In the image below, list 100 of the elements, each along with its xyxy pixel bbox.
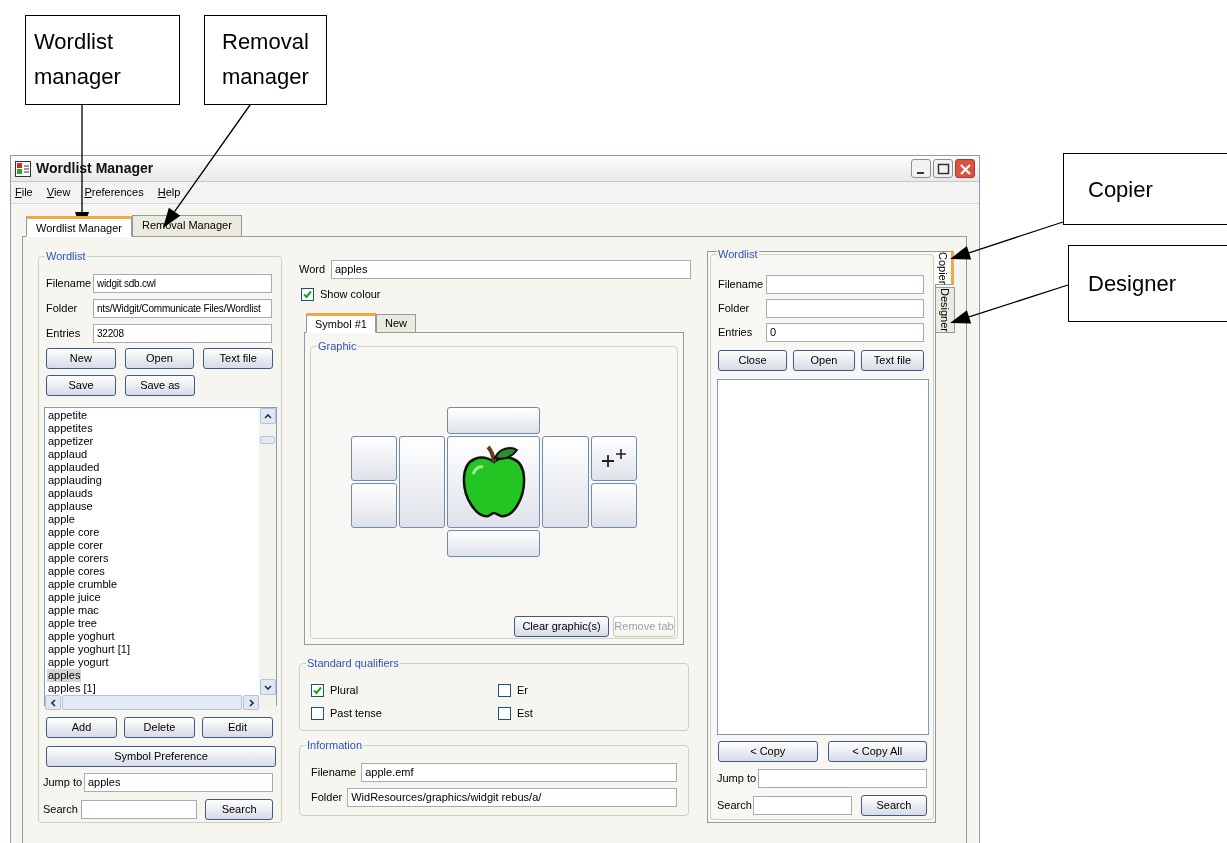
text-field[interactable]: nts/Widgit/Communicate Files/Wordlist (93, 298, 272, 318)
list-item[interactable]: apple mac (47, 604, 100, 617)
checkbox-label: Past tense (330, 706, 382, 720)
callout-box: Copier (1063, 153, 1227, 225)
search-field[interactable] (81, 800, 198, 819)
group-legend: Information (306, 738, 364, 752)
list-item[interactable]: appetite (47, 409, 89, 422)
menu-item[interactable]: Help (157, 184, 181, 201)
list-item[interactable]: appetizer (47, 435, 95, 448)
text-field[interactable] (758, 769, 927, 788)
field-label: Search (43, 802, 79, 818)
list-item[interactable]: apple tree (47, 617, 98, 630)
minimize-button[interactable] (911, 159, 931, 178)
field-label: Jump to (43, 775, 84, 791)
text-field[interactable] (766, 299, 924, 318)
list-item[interactable]: apple corer (47, 539, 105, 552)
list-item[interactable]: apple (47, 513, 76, 526)
checkbox[interactable] (301, 287, 314, 301)
scroll-thumb[interactable] (260, 436, 275, 444)
checkbox[interactable] (311, 706, 324, 720)
side-tab[interactable]: Designer (936, 287, 955, 334)
checkbox-label: Er (517, 683, 528, 697)
callout-box: Removal manager (204, 15, 327, 105)
group-legend: Wordlist (45, 249, 87, 263)
list-item[interactable]: apple yoghurt (47, 630, 116, 643)
button[interactable]: Search (860, 795, 927, 816)
list-item[interactable]: apples [1] (47, 682, 97, 695)
button[interactable]: < Copy All (827, 741, 927, 762)
button[interactable]: Clear graphic(s) (514, 616, 609, 637)
list-item[interactable]: applauds (47, 487, 94, 500)
button[interactable]: Open (793, 350, 855, 371)
side-tab[interactable]: Copier (935, 251, 954, 286)
text-field[interactable]: WidResources/graphics/widgit rebus/a/ (347, 788, 677, 807)
field-label: Search (717, 798, 753, 814)
list-item[interactable]: applaud (47, 448, 89, 461)
text-field[interactable]: apple.emf (361, 763, 677, 782)
vertical-scrollbar[interactable] (259, 408, 276, 695)
checkbox[interactable] (498, 706, 511, 720)
button[interactable]: Close (718, 350, 787, 371)
list-item[interactable]: applauded (47, 461, 101, 474)
close-button[interactable] (955, 159, 975, 178)
button[interactable]: Save (46, 375, 116, 396)
list-item[interactable]: apple juice (47, 591, 102, 604)
list-item[interactable]: apple crumble (47, 578, 119, 591)
text-field[interactable]: apples (84, 773, 273, 792)
tab[interactable]: Removal Manager (132, 215, 242, 236)
menu-item[interactable]: View (46, 184, 71, 201)
button[interactable]: New (46, 348, 116, 369)
apple-icon (460, 444, 527, 520)
button[interactable]: Search (205, 799, 273, 820)
list-item[interactable]: applause (47, 500, 94, 513)
list-item[interactable]: apple core (47, 526, 101, 539)
graphic-slot[interactable] (591, 436, 637, 481)
button[interactable]: Add (46, 717, 117, 738)
maximize-icon (937, 163, 950, 175)
field-label: Folder (311, 790, 343, 806)
list-item[interactable]: apple cores (47, 565, 106, 578)
close-icon (959, 163, 972, 176)
list-item[interactable]: apple corers (47, 552, 110, 565)
list-item[interactable]: applauding (47, 474, 103, 487)
text-field[interactable]: widgit sdb.cwl (93, 273, 272, 293)
group-legend: Graphic (317, 339, 358, 353)
button[interactable]: Symbol Preference (46, 746, 276, 767)
button[interactable]: Text file (203, 348, 273, 369)
list-item[interactable]: apple yoghurt [1] (47, 643, 131, 656)
group-legend: Standard qualifiers (306, 656, 400, 670)
checkbox-label: Plural (330, 683, 359, 697)
maximize-button[interactable] (933, 159, 953, 178)
tab[interactable]: Wordlist Manager (26, 216, 132, 237)
field-label: Entries (718, 325, 754, 341)
field-label: Entries (46, 325, 82, 341)
field-label: Filename (46, 275, 93, 291)
text-field[interactable]: 32208 (93, 323, 272, 343)
graphic-slot[interactable] (447, 436, 540, 528)
menu-item[interactable]: File (15, 184, 33, 201)
list-item[interactable]: apple yogurt (47, 656, 110, 669)
checkbox-label: Show colour (320, 287, 381, 301)
tab[interactable]: New (376, 314, 416, 332)
tab[interactable]: Symbol #1 (306, 313, 376, 333)
button[interactable]: < Copy (718, 741, 818, 762)
callout-box: Designer (1068, 245, 1227, 322)
text-field[interactable] (766, 275, 924, 294)
button[interactable]: Delete (124, 717, 195, 738)
text-field[interactable]: apples (331, 260, 691, 279)
field-label: Jump to (717, 771, 758, 787)
horizontal-scrollbar[interactable] (45, 695, 276, 710)
checkbox[interactable] (498, 683, 511, 697)
button[interactable]: Text file (861, 350, 924, 371)
list-item[interactable]: apples (47, 669, 82, 682)
button[interactable]: Edit (202, 717, 273, 738)
menu-item[interactable]: Preferences (84, 184, 144, 201)
button[interactable]: Save as (125, 375, 195, 396)
minimize-icon (917, 172, 924, 174)
checkbox[interactable] (311, 683, 324, 697)
field-label: Word (299, 262, 327, 278)
list-item[interactable]: appetites (47, 422, 94, 435)
checkbox-label: Est (517, 706, 533, 720)
text-field[interactable]: 0 (766, 323, 924, 342)
button[interactable]: Open (124, 348, 195, 369)
search-field[interactable] (753, 796, 852, 815)
